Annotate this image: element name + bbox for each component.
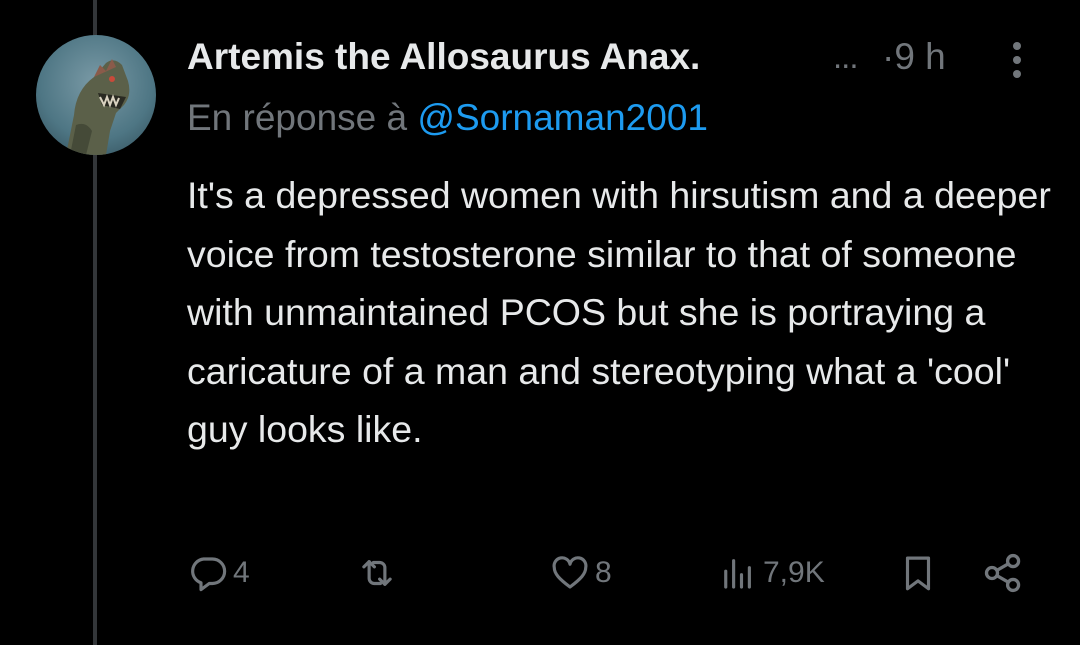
reply-button[interactable]: 4 <box>187 550 250 596</box>
repost-button[interactable] <box>355 550 403 596</box>
reply-mention-link[interactable]: @Sornaman2001 <box>417 97 708 138</box>
more-button[interactable] <box>1005 42 1029 82</box>
bookmark-icon <box>905 556 931 591</box>
more-icon <box>1013 42 1021 50</box>
dinosaur-avatar-icon <box>66 59 130 155</box>
views-count: 7,9K <box>763 556 825 589</box>
like-count: 8 <box>595 556 612 589</box>
name-truncation: ... <box>833 38 858 75</box>
views-button[interactable]: 7,9K <box>717 550 825 596</box>
views-icon <box>724 559 751 589</box>
repost-icon <box>362 560 392 586</box>
time-separator: · <box>882 36 895 77</box>
action-bar: 4 8 7,9K <box>187 550 1027 596</box>
bookmark-button[interactable] <box>897 550 939 596</box>
avatar[interactable] <box>36 35 156 155</box>
share-button[interactable] <box>981 550 1025 596</box>
post-text: It's a depressed women with hirsutism an… <box>187 174 1051 450</box>
author-name[interactable]: Artemis the Allosaurus Anax. <box>187 36 700 78</box>
post-header: Artemis the Allosaurus Anax. ... ·9 h <box>187 34 1047 84</box>
time-value: 9 h <box>894 36 946 77</box>
reply-icon <box>191 557 227 592</box>
reply-count: 4 <box>233 556 250 589</box>
heart-icon <box>552 556 588 589</box>
like-button[interactable]: 8 <box>549 550 612 596</box>
reply-context: En réponse à @Sornaman2001 <box>187 97 708 139</box>
reply-prefix: En réponse à <box>187 97 408 138</box>
post-time[interactable]: ·9 h <box>882 36 946 78</box>
share-icon <box>984 553 1021 593</box>
